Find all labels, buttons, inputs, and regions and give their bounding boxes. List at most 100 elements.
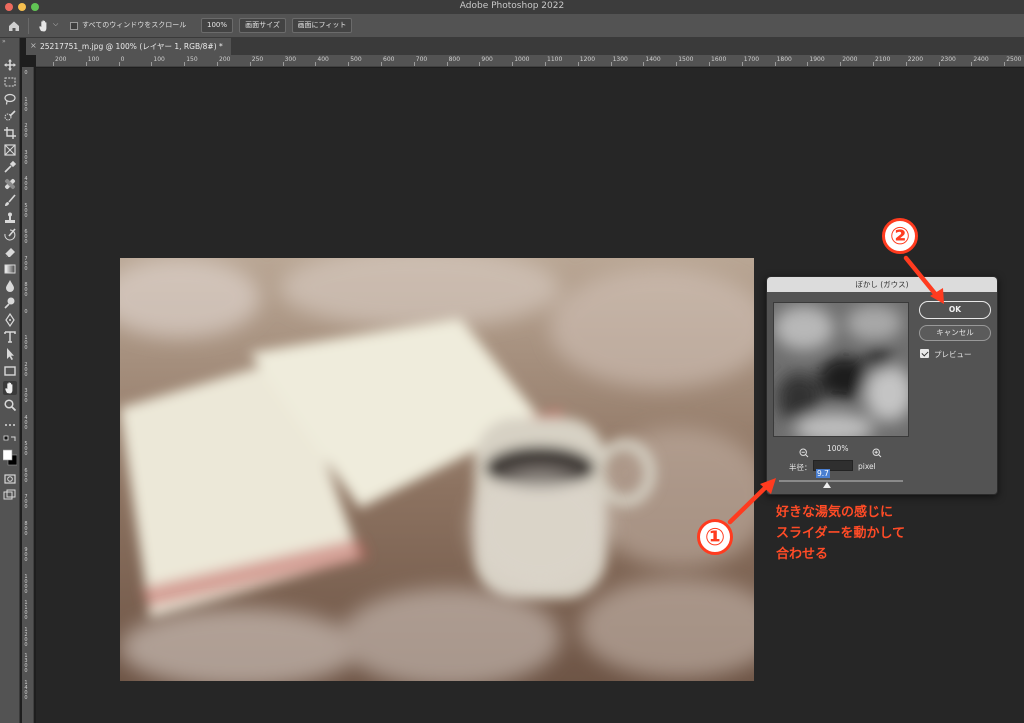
preview-checkbox-label: プレビュー — [934, 350, 972, 359]
ruler-tick — [971, 62, 973, 66]
ruler-tick — [512, 62, 514, 66]
ruler-tick — [1004, 62, 1006, 66]
ruler-label: 1100 — [547, 56, 563, 63]
ruler-tick — [249, 62, 251, 66]
radius-unit: pixel — [858, 462, 876, 471]
app-title: Adobe Photoshop 2022 — [459, 1, 565, 11]
ruler-tick — [85, 62, 87, 66]
pen-tool-icon[interactable] — [3, 313, 17, 327]
ruler-tick — [545, 62, 546, 66]
ruler-tick — [446, 62, 448, 66]
chevron-down-icon[interactable]: ⌵ — [53, 20, 58, 29]
eyedropper-tool-icon[interactable] — [3, 160, 17, 174]
vertical-ruler[interactable]: 0 100 200 300 400 500 600 700 800 0 100 200 300 400 50… — [22, 67, 34, 723]
healing-brush-tool-icon[interactable] — [3, 177, 17, 191]
path-selection-tool-icon[interactable] — [3, 347, 17, 361]
ruler-label: 500 — [350, 56, 362, 63]
quick-selection-tool-icon[interactable] — [3, 109, 17, 123]
type-tool-icon[interactable] — [3, 330, 17, 344]
ruler-tick — [577, 62, 579, 66]
ruler-label: 400 — [317, 56, 329, 63]
hand-tool-icon[interactable] — [36, 18, 52, 34]
zoom-in-icon[interactable] — [872, 443, 882, 458]
ruler-label: 1400 — [645, 56, 661, 63]
crop-tool-icon[interactable] — [3, 126, 17, 140]
dialog-title[interactable]: ぼかし (ガウス) — [767, 277, 997, 292]
marquee-tool-icon[interactable] — [3, 75, 17, 89]
annotation-note: 好きな湯気の感じに スライダーを動かして 合わせる — [776, 502, 905, 565]
ruler-label: 200 — [24, 361, 28, 378]
collapse-panel-icon[interactable]: » — [0, 38, 6, 45]
ruler-label: 150 — [186, 56, 198, 63]
ruler-tick — [381, 62, 382, 66]
quick-mask-icon[interactable] — [3, 472, 17, 486]
close-tab-icon[interactable]: × — [30, 41, 37, 50]
zoom-out-icon[interactable] — [799, 443, 809, 458]
ruler-label: 2100 — [875, 56, 891, 63]
ok-button[interactable]: OK — [919, 301, 991, 319]
radius-input[interactable]: 9.7 — [813, 460, 853, 478]
radius-slider-thumb[interactable] — [823, 482, 831, 488]
ruler-label: 1500 — [678, 56, 694, 63]
screen-mode-icon[interactable] — [3, 488, 17, 502]
ruler-tick — [53, 62, 54, 66]
swap-colors-icon[interactable] — [3, 434, 17, 448]
ruler-label: 300 — [24, 149, 28, 166]
ruler-tick — [709, 62, 710, 66]
scroll-all-windows-checkbox[interactable] — [70, 22, 78, 30]
dodge-tool-icon[interactable] — [3, 296, 17, 310]
annotation-badge-1: ① — [697, 519, 733, 555]
ruler-label: 1300 — [24, 653, 28, 674]
lasso-tool-icon[interactable] — [3, 92, 17, 106]
cancel-button[interactable]: キャンセル — [919, 325, 991, 341]
ruler-label: 800 — [24, 282, 28, 298]
ruler-tick — [315, 62, 317, 66]
preview-checkbox[interactable] — [920, 349, 929, 358]
ruler-tick — [151, 62, 153, 66]
ruler-tick — [840, 62, 842, 66]
more-tools-icon[interactable] — [3, 418, 17, 432]
ruler-label: 800 — [24, 520, 28, 537]
clone-stamp-tool-icon[interactable] — [3, 211, 17, 225]
blur-tool-icon[interactable] — [3, 279, 17, 293]
ruler-tick — [282, 62, 284, 66]
move-tool-icon[interactable] — [3, 58, 17, 72]
zoom-100-button[interactable]: 100% — [201, 18, 233, 33]
ruler-label: 300 — [284, 56, 297, 63]
ruler-tick — [774, 62, 776, 66]
ruler-label: 200 — [24, 123, 28, 139]
ruler-label: 1400 — [24, 679, 28, 701]
gradient-tool-icon[interactable] — [3, 262, 17, 276]
home-icon[interactable] — [6, 18, 22, 34]
fit-screen-size-button[interactable]: 画面サイズ — [239, 18, 286, 33]
radius-slider-track[interactable] — [779, 480, 903, 482]
history-brush-tool-icon[interactable] — [3, 228, 17, 242]
ruler-label: 0 — [120, 56, 125, 63]
ruler-label: 700 — [24, 494, 28, 510]
blur-preview-pane[interactable] — [773, 302, 909, 437]
ruler-tick — [643, 62, 645, 66]
document-image[interactable] — [120, 258, 754, 681]
ruler-label: 600 — [24, 229, 28, 245]
ruler-label: 100 — [153, 56, 165, 63]
annotation-note-line-1: 好きな湯気の感じに — [776, 505, 894, 520]
frame-tool-icon[interactable] — [3, 143, 17, 157]
eraser-tool-icon[interactable] — [3, 245, 17, 259]
ruler-label: 1700 — [743, 56, 760, 63]
document-tab[interactable]: × 25217751_m.jpg @ 100% (レイヤー 1, RGB/8#)… — [26, 38, 231, 55]
fit-to-screen-button[interactable]: 画面にフィット — [292, 18, 352, 33]
ruler-label: 100 — [87, 56, 100, 63]
brush-tool-icon[interactable] — [3, 194, 17, 208]
ruler-tick — [348, 62, 350, 66]
ruler-tick — [741, 62, 743, 66]
ruler-tick — [610, 62, 612, 66]
ruler-tick — [807, 62, 809, 66]
hand-tool-active-icon[interactable] — [3, 381, 17, 395]
foreground-background-color-icon[interactable] — [3, 448, 17, 468]
rectangle-tool-icon[interactable] — [3, 364, 17, 378]
ruler-tick — [873, 62, 874, 66]
annotation-badge-2: ② — [882, 218, 918, 254]
zoom-tool-icon[interactable] — [3, 398, 17, 412]
horizontal-ruler[interactable]: 200 100 0 100 150 200 250 300 400 500 600 700 800 900… — [36, 55, 1024, 67]
options-bar: ⌵ すべてのウィンドウをスクロール 100% 画面サイズ 画面にフィット — [0, 14, 1024, 38]
